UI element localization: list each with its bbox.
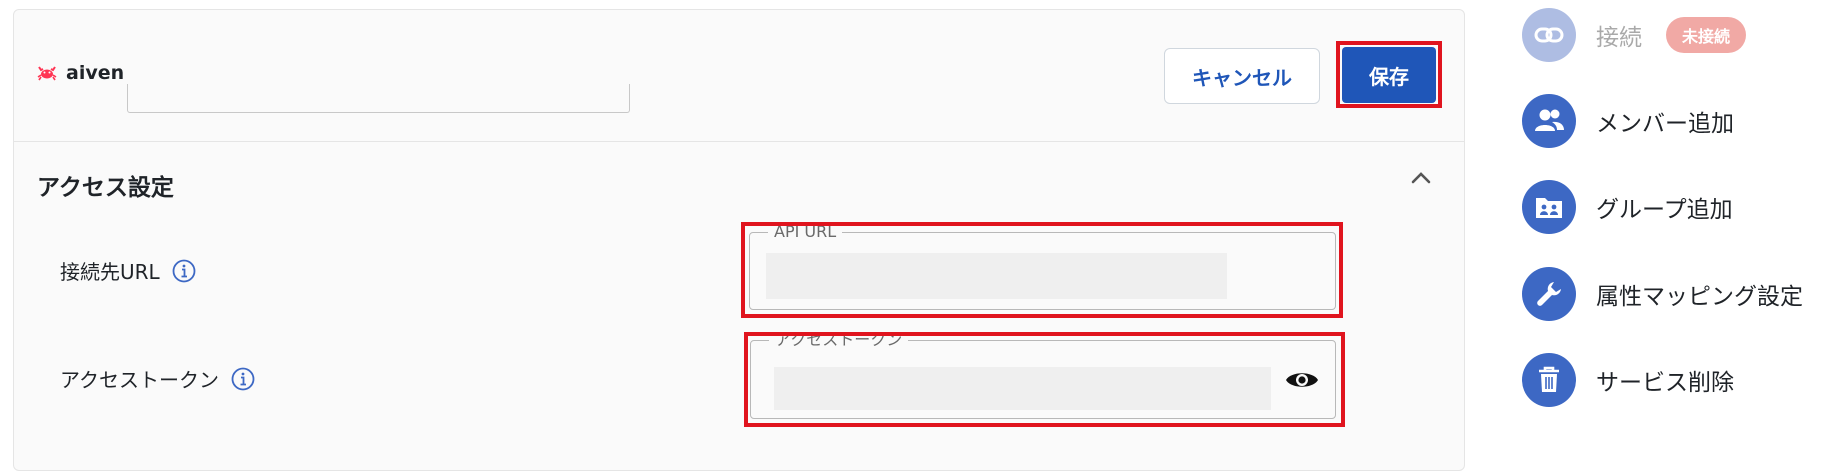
status-badge: 未接続 xyxy=(1666,17,1747,53)
info-icon[interactable] xyxy=(172,259,196,283)
previous-field-bottom-edge xyxy=(127,84,630,113)
sidebar-item-label: グループ追加 xyxy=(1596,197,1733,223)
access-token-field-legend: アクセストークン xyxy=(769,331,909,349)
url-row-label: 接続先URL xyxy=(60,256,196,285)
cancel-button[interactable]: キャンセル xyxy=(1164,48,1320,104)
url-label: 接続先URL xyxy=(60,260,160,284)
group-folder-icon xyxy=(1522,180,1576,234)
api-url-value xyxy=(766,253,1227,299)
sidebar-item-add-member[interactable]: メンバー追加 xyxy=(1522,94,1734,148)
api-url-field-legend: API URL xyxy=(768,223,843,241)
eye-icon[interactable] xyxy=(1285,368,1319,392)
access-token-field[interactable]: アクセストークン xyxy=(750,331,1336,419)
save-button[interactable]: 保存 xyxy=(1342,47,1436,103)
info-icon[interactable] xyxy=(231,367,255,391)
trash-icon xyxy=(1522,353,1576,407)
access-settings-title: アクセス設定 xyxy=(37,175,174,201)
header-divider xyxy=(13,141,1464,142)
users-icon xyxy=(1522,94,1576,148)
sidebar-item-attribute-mapping[interactable]: 属性マッピング設定 xyxy=(1522,267,1803,321)
link-icon xyxy=(1522,8,1576,62)
sidebar-item-connect[interactable]: 接続 未接続 xyxy=(1522,8,1747,62)
sidebar-item-label: 属性マッピング設定 xyxy=(1596,284,1803,310)
access-token-value xyxy=(774,367,1271,410)
sidebar-item-add-group[interactable]: グループ追加 xyxy=(1522,180,1733,234)
wrench-icon xyxy=(1522,267,1576,321)
sidebar-item-label: サービス削除 xyxy=(1596,370,1734,396)
token-label: アクセストークン xyxy=(60,368,219,392)
chevron-up-icon[interactable] xyxy=(1410,170,1432,186)
aiven-crab-logo-icon xyxy=(36,63,58,84)
brand: aiven xyxy=(36,62,124,84)
brand-name: aiven xyxy=(66,62,125,84)
sidebar-item-label: メンバー追加 xyxy=(1596,111,1734,137)
api-url-field[interactable]: API URL xyxy=(749,223,1336,310)
sidebar-item-label: 接続 xyxy=(1596,25,1642,51)
token-row-label: アクセストークン xyxy=(60,364,255,393)
sidebar-item-delete-service[interactable]: サービス削除 xyxy=(1522,353,1734,407)
